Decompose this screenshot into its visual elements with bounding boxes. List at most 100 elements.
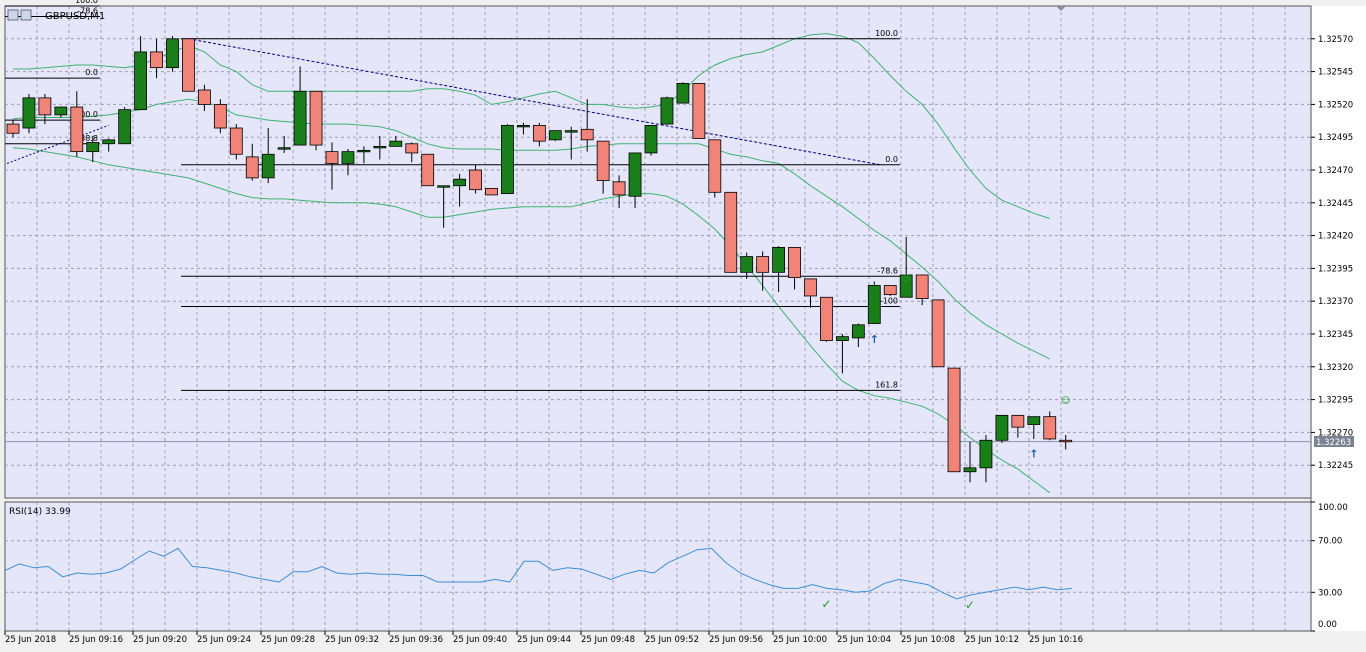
bear-candle [229,127,243,155]
time-tick-label: 25 Jun 09:36 [389,635,443,645]
bull-candle [660,97,674,125]
window-title-group[interactable]: GBPUSD,M1 [7,9,105,22]
bull-candle [772,247,785,273]
bull-candle [102,139,116,145]
time-tick-label: 25 Jun 09:20 [133,635,187,645]
bull-candle [373,145,387,149]
bear-candle [915,274,929,299]
bull-candle [836,336,849,341]
current-price-badge: 1.32263 [1314,436,1354,448]
price-tick-label: 1.32295 [1318,396,1353,406]
bull-candle [548,130,562,141]
bull-candle [118,109,132,145]
rsi-tick-label: 100.00 [1318,503,1348,513]
bull-candle [437,185,451,188]
price-tick-label: 1.32470 [1318,166,1353,176]
signal-smile-icon: ☺ [902,274,911,285]
bear-candle [708,139,722,193]
bull-candle [277,147,291,150]
bear-candle [421,153,435,187]
bear-candle [213,104,227,129]
price-tick-label: 1.32520 [1318,100,1353,110]
price-tick-label: 1.32395 [1318,264,1353,274]
price-tick-label: 1.32245 [1318,461,1353,471]
bull-candle [979,439,993,469]
bull-candle [995,414,1009,441]
bear-candle [197,89,211,105]
rsi-pane [4,501,1312,632]
bull-candle [293,90,307,146]
price-tick-label: 1.32345 [1318,330,1353,340]
bear-candle [580,128,594,141]
bull-candle [867,285,881,324]
time-tick-label: 25 Jun 09:56 [709,635,763,645]
bear-candle [38,97,52,116]
fibo-main-level-label: -100 [880,296,898,305]
rsi-tick-label: 30.00 [1318,588,1342,598]
chart-type-icon [20,9,32,21]
price-tick-label: 1.32370 [1318,297,1353,307]
time-tick-label: 25 Jun 09:32 [325,635,379,645]
bear-candle [596,140,610,181]
bear-candle [1043,416,1057,440]
bear-candle [325,151,339,164]
bear-candle [245,156,259,179]
bull-candle [644,124,658,154]
metatrader-chart-window: 100.00.0-78.6-100161.8100.0-78.60.0100.0… [0,0,1366,652]
bear-candle [182,38,195,92]
bear-candle [150,51,163,69]
bear-candle [405,143,419,154]
time-tick-label: 25 Jun 2018 [5,635,56,645]
bull-candle [341,151,355,164]
rsi-tick-label: 0.00 [1318,620,1337,630]
bear-candle [1059,439,1073,443]
bear-candle [820,296,833,341]
fibo-top-level-label: 0.0 [85,68,98,77]
bear-candle [788,247,801,278]
bear-candle [485,187,498,196]
time-tick-label: 25 Jun 09:24 [197,635,251,645]
bull-candle [501,124,514,195]
rsi-title: RSI(14) 33.99 [9,507,71,517]
bull-candle [963,467,977,473]
signal-smile-icon: ☺ [1061,396,1070,407]
bull-candle [166,38,179,69]
fibo-top-level-label: 100.0 [75,0,98,5]
bull-candle [564,130,578,133]
bear-candle [931,299,945,368]
bear-candle [1011,414,1025,428]
bull-candle [54,106,68,116]
fibo-main-level-label: -78.6 [877,266,898,275]
time-tick-label: 25 Jun 09:44 [517,635,571,645]
bear-candle [947,367,961,473]
time-tick-label: 25 Jun 10:16 [1029,635,1083,645]
chart-window-icon [7,9,19,21]
bear-candle [6,123,20,134]
bull-candle [517,124,530,128]
price-tick-label: 1.32445 [1318,199,1353,209]
time-tick-label: 25 Jun 10:08 [901,635,955,645]
price-tick-label: 1.32545 [1318,68,1353,78]
buy-arrow-icon: ↑ [870,333,879,346]
buy-arrow-icon: ↑ [1029,447,1038,460]
bear-candle [724,191,738,273]
current-price-label: 1.32263 [1316,438,1351,448]
time-tick-label: 25 Jun 09:52 [645,635,699,645]
bull-candle [86,142,100,153]
bull-candle [1027,416,1041,425]
rsi-tick-label: 70.00 [1318,537,1342,547]
check-icon: ✓ [965,598,975,612]
price-tick-label: 1.32420 [1318,232,1353,242]
fibo-main-level-label: 161.8 [875,380,898,389]
bull-candle [134,51,148,111]
time-tick-label: 25 Jun 09:40 [453,635,507,645]
time-tick-label: 25 Jun 10:12 [965,635,1019,645]
price-tick-label: 1.32570 [1318,35,1353,45]
bull-candle [22,97,36,129]
bear-candle [756,256,770,273]
bull-candle [389,140,403,147]
price-tick-label: 1.32495 [1318,133,1353,143]
time-tick-label: 25 Jun 10:04 [837,635,891,645]
fibo-main-level-label: 0.0 [885,155,898,164]
time-tick-label: 25 Jun 09:28 [261,635,315,645]
